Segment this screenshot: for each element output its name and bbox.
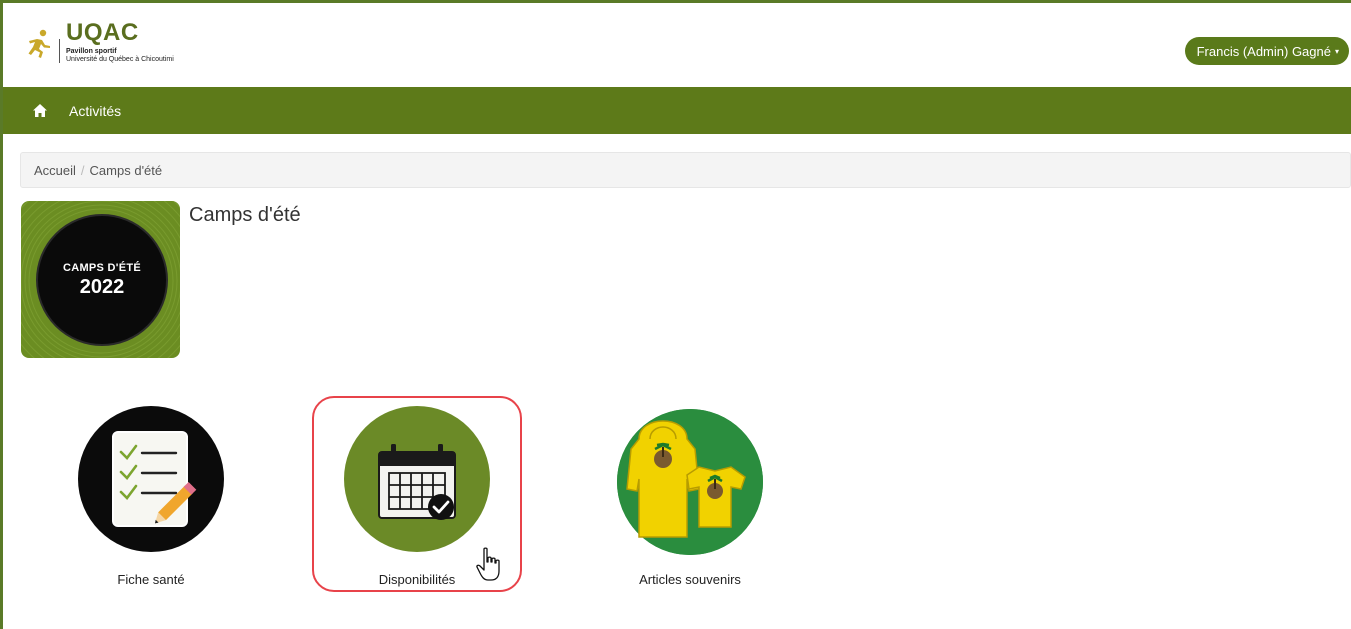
tile-fiche-sante[interactable]: Fiche santé: [78, 406, 224, 587]
banner-badge: CAMPS D'ÉTÉ 2022: [36, 214, 168, 346]
nav-activites-link[interactable]: Activités: [69, 103, 121, 119]
caret-down-icon: ▾: [1334, 46, 1339, 56]
souvenir-clothing-icon: [617, 409, 763, 555]
breadcrumb-separator: /: [80, 162, 85, 178]
page-title: Camps d'été: [189, 204, 301, 226]
breadcrumb: Accueil / Camps d'été: [20, 152, 1351, 188]
tile-circle: [617, 409, 763, 555]
logo-separator: [59, 38, 60, 63]
tile-circle: [78, 406, 224, 552]
runner-logo-icon: [28, 29, 50, 58]
banner-year: 2022: [79, 275, 125, 298]
checklist-icon: [112, 431, 197, 527]
hand-pointer-cursor-icon: [476, 547, 500, 581]
logo-name: UQAC: [66, 19, 139, 46]
breadcrumb-home-link[interactable]: Accueil: [34, 163, 76, 178]
logo-university: Université du Québec à Chicoutimi: [66, 56, 174, 63]
tile-label: Fiche santé: [117, 572, 185, 587]
home-icon[interactable]: [33, 104, 47, 117]
site-header: UQAC Pavillon sportif Université du Québ…: [3, 3, 1351, 87]
banner-title: CAMPS D'ÉTÉ: [62, 261, 142, 274]
tile-articles-souvenirs[interactable]: Articles souvenirs: [617, 409, 763, 587]
logo-subtitle: Pavillon sportif: [66, 48, 117, 55]
camps-banner-image: CAMPS D'ÉTÉ 2022: [21, 201, 180, 358]
user-menu-label: Francis (Admin) Gagné: [1196, 43, 1331, 59]
breadcrumb-current: Camps d'été: [89, 162, 163, 178]
uqac-logo[interactable]: UQAC Pavillon sportif Université du Québ…: [23, 21, 174, 64]
main-navbar: Activités: [3, 87, 1351, 134]
tile-label: Articles souvenirs: [639, 572, 741, 587]
logo-text: UQAC Pavillon sportif Université du Québ…: [66, 21, 174, 64]
user-menu-button[interactable]: Francis (Admin) Gagné ▾: [1184, 37, 1349, 65]
